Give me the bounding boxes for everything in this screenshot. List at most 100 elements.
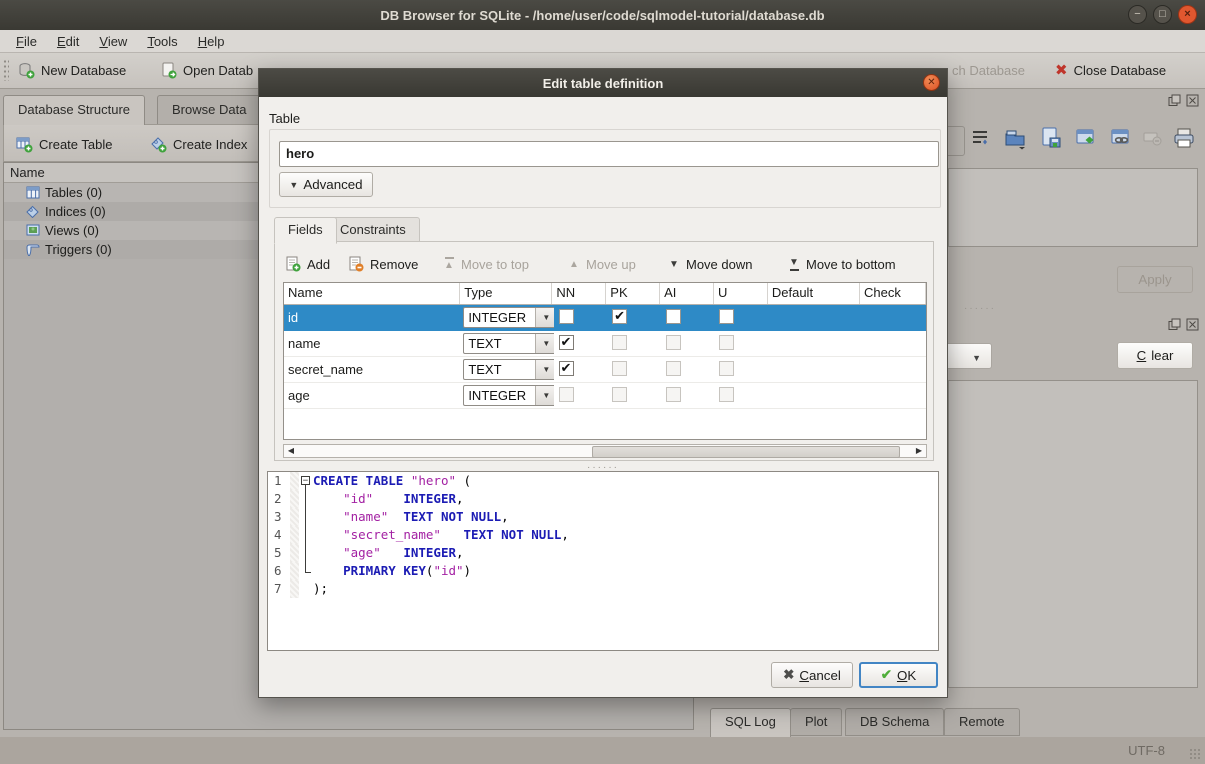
- pk-checkbox[interactable]: ✔: [612, 335, 627, 350]
- export-blob-icon[interactable]: [1039, 126, 1065, 152]
- field-row-id[interactable]: id INTEGER▼ ✔ ✔ ✔ ✔: [284, 305, 926, 331]
- nn-checkbox[interactable]: ✔: [559, 361, 574, 376]
- move-up-icon: ▲: [568, 259, 580, 270]
- cell-editor-area[interactable]: [948, 168, 1198, 247]
- tab-fields[interactable]: Fields: [274, 217, 337, 244]
- move-to-top-button[interactable]: ▲ Move to top: [443, 252, 529, 276]
- menu-help[interactable]: Help: [188, 32, 235, 51]
- pk-checkbox[interactable]: ✔: [612, 387, 627, 402]
- dialog-title: Edit table definition: [543, 76, 664, 91]
- ai-checkbox[interactable]: ✔: [666, 335, 681, 350]
- cancel-button[interactable]: ✖ Cancel: [771, 662, 853, 688]
- nn-checkbox[interactable]: ✔: [559, 309, 574, 324]
- menu-file[interactable]: File: [6, 32, 47, 51]
- ai-checkbox[interactable]: ✔: [666, 309, 681, 324]
- resize-grip[interactable]: [1189, 748, 1201, 760]
- nn-checkbox[interactable]: ✔: [559, 335, 574, 350]
- maximize-button[interactable]: □: [1153, 5, 1172, 24]
- move-to-bottom-button[interactable]: ▼ Move to bottom: [788, 252, 896, 276]
- chevron-down-icon: ▼: [535, 308, 553, 327]
- tab-database-structure[interactable]: Database Structure: [3, 95, 145, 125]
- close-database-button[interactable]: ✖ Close Database: [1055, 58, 1166, 82]
- pk-checkbox[interactable]: ✔: [612, 361, 627, 376]
- column-header-type[interactable]: Type: [460, 283, 552, 304]
- pk-checkbox[interactable]: ✔: [612, 309, 627, 324]
- type-select[interactable]: INTEGER▼: [463, 307, 553, 328]
- table-name-input[interactable]: hero: [279, 141, 939, 167]
- import-blob-icon[interactable]: [1003, 126, 1029, 152]
- scroll-left-icon[interactable]: ◀: [284, 445, 298, 457]
- field-row-age[interactable]: age INTEGER▼ ✔ ✔ ✔ ✔: [284, 383, 926, 409]
- type-select[interactable]: TEXT▼: [463, 333, 553, 354]
- ok-button[interactable]: ✔ OK: [859, 662, 938, 688]
- database-open-icon: [160, 62, 177, 79]
- column-header-check[interactable]: Check: [860, 283, 926, 304]
- move-down-button[interactable]: ▼ Move down: [668, 252, 752, 276]
- dock-float-button[interactable]: [1168, 94, 1181, 107]
- menu-view[interactable]: View: [89, 32, 137, 51]
- apply-cell-button[interactable]: Apply: [1117, 266, 1193, 293]
- tab-plot[interactable]: Plot: [790, 708, 842, 736]
- clear-log-button[interactable]: Clear: [1117, 342, 1193, 369]
- chevron-down-icon: ▼: [972, 353, 981, 363]
- set-null-icon[interactable]: [1141, 126, 1167, 152]
- table-label: Table: [269, 111, 300, 126]
- fields-horizontal-scrollbar[interactable]: ◀ ▶: [283, 444, 927, 458]
- column-header-name[interactable]: Name: [284, 283, 460, 304]
- move-up-button[interactable]: ▲ Move up: [568, 252, 636, 276]
- nn-checkbox[interactable]: ✔: [559, 387, 574, 402]
- dock-close-button[interactable]: [1186, 94, 1199, 107]
- dialog-titlebar[interactable]: Edit table definition ✕: [259, 69, 947, 97]
- field-row-name[interactable]: name TEXT▼ ✔ ✔ ✔ ✔: [284, 331, 926, 357]
- u-checkbox[interactable]: ✔: [719, 335, 734, 350]
- ok-icon: ✔: [881, 667, 892, 683]
- remove-field-button[interactable]: Remove: [348, 252, 418, 276]
- attach-database-button[interactable]: ch Database: [952, 58, 1025, 82]
- type-select[interactable]: INTEGER▼: [463, 385, 553, 406]
- tab-db-schema[interactable]: DB Schema: [845, 708, 944, 736]
- field-row-secret-name[interactable]: secret_name TEXT▼ ✔ ✔ ✔ ✔: [284, 357, 926, 383]
- tab-constraints[interactable]: Constraints: [326, 217, 420, 243]
- move-down-icon: ▼: [668, 259, 680, 270]
- tab-remote[interactable]: Remote: [944, 708, 1020, 736]
- window-titlebar[interactable]: DB Browser for SQLite - /home/user/code/…: [0, 0, 1205, 31]
- column-header-nn[interactable]: NN: [552, 283, 606, 304]
- minimize-button[interactable]: −: [1128, 5, 1147, 24]
- column-header-u[interactable]: U: [714, 283, 768, 304]
- tab-sql-log[interactable]: SQL Log: [710, 708, 791, 738]
- create-table-button[interactable]: Create Table: [16, 132, 112, 156]
- dialog-close-button[interactable]: ✕: [923, 74, 940, 91]
- scrollbar-thumb[interactable]: [592, 446, 900, 458]
- close-window-button[interactable]: ×: [1178, 5, 1197, 24]
- column-header-pk[interactable]: PK: [606, 283, 660, 304]
- column-header-default[interactable]: Default: [768, 283, 860, 304]
- fields-table-header: Name Type NN PK AI U Default Check: [284, 283, 926, 305]
- scroll-right-icon[interactable]: ▶: [912, 445, 926, 457]
- ai-checkbox[interactable]: ✔: [666, 361, 681, 376]
- toolbar-grip[interactable]: [3, 59, 9, 81]
- u-checkbox[interactable]: ✔: [719, 309, 734, 324]
- new-database-button[interactable]: New Database: [18, 58, 126, 82]
- add-field-button[interactable]: Add: [285, 252, 330, 276]
- fields-table: Name Type NN PK AI U Default Check id IN…: [283, 282, 927, 440]
- menu-edit[interactable]: Edit: [47, 32, 89, 51]
- dock-float-button[interactable]: [1168, 318, 1181, 331]
- type-select[interactable]: TEXT▼: [463, 359, 553, 380]
- index-create-icon: [150, 136, 167, 153]
- sql-preview-editor[interactable]: 1CREATE TABLE "hero" (2 "id" INTEGER,3 "…: [267, 471, 939, 651]
- create-index-button[interactable]: Create Index: [150, 132, 247, 156]
- u-checkbox[interactable]: ✔: [719, 361, 734, 376]
- column-header-ai[interactable]: AI: [660, 283, 714, 304]
- link-icon[interactable]: [1109, 126, 1135, 152]
- u-checkbox[interactable]: ✔: [719, 387, 734, 402]
- tab-browse-data[interactable]: Browse Data: [157, 95, 261, 124]
- open-external-icon[interactable]: [1074, 126, 1100, 152]
- advanced-button[interactable]: ▼ Advanced: [279, 172, 373, 197]
- sql-log-area[interactable]: [948, 380, 1198, 688]
- menu-tools[interactable]: Tools: [137, 32, 187, 51]
- print-icon[interactable]: [1172, 126, 1198, 152]
- ai-checkbox[interactable]: ✔: [666, 387, 681, 402]
- word-wrap-icon[interactable]: [969, 126, 995, 152]
- dock-close-button[interactable]: [1186, 318, 1199, 331]
- open-database-button[interactable]: Open Datab: [160, 58, 253, 82]
